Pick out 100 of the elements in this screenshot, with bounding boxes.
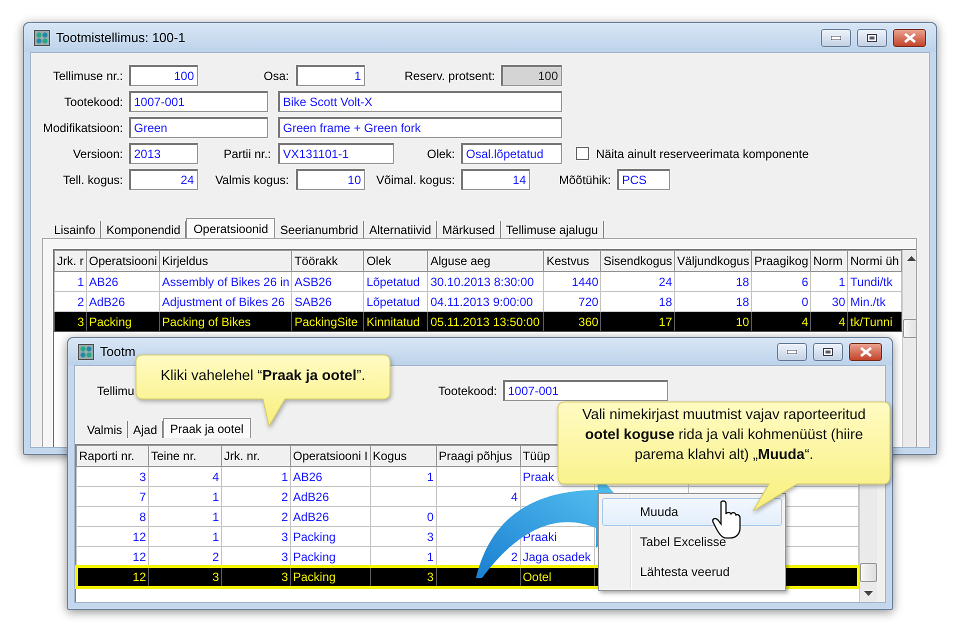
input-field[interactable]: PCS — [617, 169, 670, 190]
maximize-button[interactable] — [857, 28, 887, 46]
table-cell: 3 — [222, 526, 290, 546]
table-cell: 6 — [752, 272, 811, 292]
maximize-button[interactable] — [813, 342, 843, 360]
input-field[interactable]: 10 — [296, 169, 365, 190]
column-header[interactable]: Raporti nr. — [76, 446, 148, 466]
field-label: Valmis kogus: — [214, 172, 290, 186]
column-header[interactable]: Töörakk — [292, 250, 364, 272]
input-field[interactable]: Green frame + Green fork — [278, 117, 562, 138]
close-icon — [860, 346, 872, 356]
app-icon — [34, 30, 50, 46]
table-cell: 12 — [76, 546, 148, 566]
minimize-icon — [831, 36, 841, 40]
restore-icon — [867, 34, 877, 42]
field-label: Võimal. kogus: — [375, 172, 456, 186]
column-header[interactable]: Kogus — [370, 446, 436, 466]
input-field[interactable]: VX131101-1 — [278, 143, 394, 164]
table-cell: Tundi/tk — [848, 272, 902, 292]
table-cell: 7 — [76, 486, 148, 506]
tab[interactable]: Operatsioonid — [186, 218, 276, 238]
table-cell: 1 — [148, 506, 222, 526]
column-header[interactable]: Sisendkogus — [600, 250, 675, 272]
menu-item[interactable]: Tabel Excelisse — [602, 528, 782, 556]
table-cell: 1 — [222, 466, 290, 486]
table-cell: 3 — [54, 312, 86, 332]
input-field[interactable]: 1007-001 — [503, 380, 668, 401]
table-cell: PackingSite — [292, 312, 364, 332]
table-cell: Ootel — [520, 566, 594, 586]
field-label: Partii nr.: — [222, 146, 272, 160]
column-header[interactable]: Operatsiooni I — [290, 446, 370, 466]
column-header[interactable]: Normi üh — [848, 250, 902, 272]
table-cell: 2 — [222, 506, 290, 526]
column-header[interactable]: Jrk. r — [54, 250, 86, 272]
input-field[interactable]: 1 — [296, 65, 365, 86]
table-cell: 3 — [148, 566, 222, 586]
table-cell: AB26 — [86, 272, 160, 292]
column-header[interactable]: Jrk. nr. — [222, 446, 290, 466]
table-cell: AB26 — [290, 466, 370, 486]
scroll-up-icon — [906, 256, 916, 261]
window-title: Tootm — [100, 344, 136, 359]
table-cell: 3 — [76, 466, 148, 486]
input-field[interactable]: 2013 — [129, 143, 198, 164]
table-cell: tk/Tunni — [848, 312, 902, 332]
column-header[interactable]: Praagikog — [752, 250, 811, 272]
table-cell: 12 — [76, 566, 148, 586]
column-header[interactable]: Väljundkogus — [674, 250, 752, 272]
table-cell: 1 — [370, 466, 436, 486]
checkbox-label: Näita ainult reserveerimata komponente — [596, 146, 809, 160]
field-label: Tellimu — [97, 384, 132, 398]
field-label: Tell. kogus: — [62, 172, 124, 186]
column-header[interactable]: Operatsiooni — [86, 250, 160, 272]
table-cell: 4 — [810, 312, 848, 332]
table-cell: Packing of Bikes — [160, 312, 292, 332]
table-cell: 1 — [148, 486, 222, 506]
column-header[interactable]: Kestvus — [544, 250, 601, 272]
column-header[interactable]: Norm — [810, 250, 848, 272]
table-cell: 30.10.2013 8:30:00 — [428, 272, 544, 292]
table-cell: 10 — [674, 312, 752, 332]
column-header[interactable]: Praagi põhjus — [436, 446, 520, 466]
table-cell: 3 — [370, 566, 436, 586]
field-label: Modifikatsioon: — [42, 120, 124, 134]
table-cell: 4 — [752, 312, 811, 332]
input-field[interactable]: Green — [129, 117, 268, 138]
checkbox[interactable] — [576, 147, 589, 160]
scrollbar[interactable] — [902, 250, 916, 447]
table-cell: 12 — [76, 526, 148, 546]
column-header[interactable]: Kirjeldus — [160, 250, 292, 272]
field-label: Versioon: — [72, 146, 124, 160]
column-header[interactable]: Alguse aeg — [428, 250, 544, 272]
input-field[interactable]: 24 — [129, 169, 198, 190]
input-field[interactable]: Osal.lõpetatud — [461, 143, 562, 164]
scroll-thumb[interactable] — [860, 563, 877, 582]
table-cell: 4 — [436, 486, 520, 506]
input-field[interactable]: 1007-001 — [129, 91, 268, 112]
app-icon — [78, 344, 94, 360]
input-field[interactable]: 14 — [461, 169, 530, 190]
restore-icon — [823, 348, 833, 356]
table-cell: 3 — [222, 566, 290, 586]
input-field[interactable]: 100 — [129, 65, 198, 86]
minimize-button[interactable] — [777, 342, 807, 360]
minimize-button[interactable] — [821, 28, 851, 46]
menu-item[interactable]: Muuda — [602, 498, 782, 526]
close-button[interactable] — [849, 342, 882, 360]
table-cell: 0 — [370, 506, 436, 526]
close-button[interactable] — [893, 28, 926, 46]
table-cell: 24 — [600, 272, 675, 292]
menu-item[interactable]: Lähtesta veerud — [602, 558, 782, 586]
table-cell: 3 — [370, 526, 436, 546]
table-cell: 1 — [810, 272, 848, 292]
table-cell: ASB26 — [292, 272, 364, 292]
scroll-thumb[interactable] — [902, 319, 916, 338]
tab[interactable]: Praak ja ootel — [163, 418, 251, 438]
column-header[interactable]: Teine nr. — [148, 446, 222, 466]
input-field[interactable]: Bike Scott Volt-X — [278, 91, 562, 112]
field-label: Mõõtühik: — [558, 172, 612, 186]
table-cell: 1 — [54, 272, 86, 292]
column-header[interactable]: Olek — [364, 250, 428, 272]
table-cell: Packing — [290, 526, 370, 546]
table-cell: 2 — [222, 486, 290, 506]
